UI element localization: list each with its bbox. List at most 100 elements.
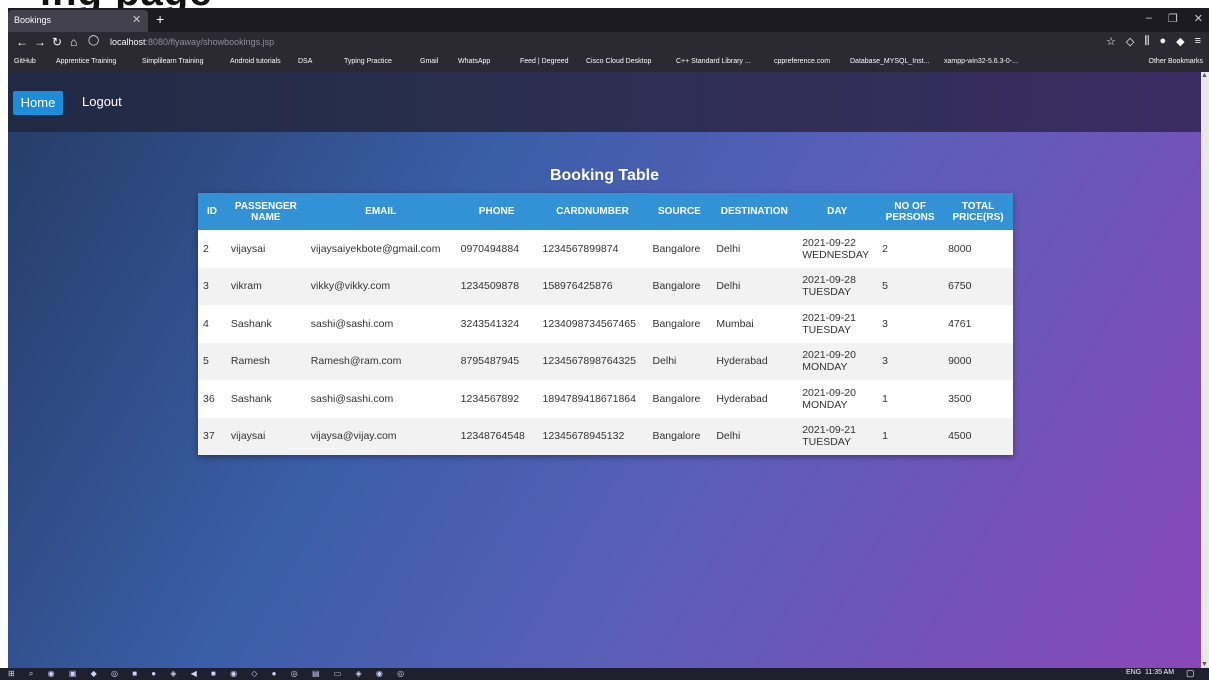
notification-icon[interactable]: ▢ — [1186, 668, 1195, 679]
table-cell: Sashank — [230, 392, 272, 405]
bookmark-item[interactable]: cppreference.com — [774, 58, 830, 65]
other-bookmarks[interactable]: Other Bookmarks — [1149, 58, 1203, 65]
scroll-up-icon[interactable]: ▲ — [1201, 72, 1208, 79]
table-cell: 158976425876 — [542, 280, 613, 293]
page-scrollbar[interactable]: ▲ ▼ — [1201, 72, 1209, 668]
maximize-icon[interactable]: ❐ — [1168, 12, 1178, 25]
table-cell: Bangalore — [652, 317, 701, 330]
bookmark-item[interactable]: Android tutorials — [230, 58, 281, 65]
table-cell: Hyderabad — [716, 392, 768, 405]
bookmark-item[interactable]: Gmail — [420, 58, 438, 65]
table-header-row: ID PASSENGER NAME EMAIL PHONE CARDNUMBER… — [198, 193, 1013, 230]
browser-tab[interactable]: Bookings ✕ — [8, 10, 148, 32]
table-cell: 2021-09-21 TUESDAY — [802, 311, 856, 336]
bookmark-item[interactable]: Database_MYSQL_Inst... — [850, 58, 929, 65]
table-cell: 4761 — [948, 317, 972, 330]
table-cell: vikky@vikky.com — [310, 280, 391, 293]
table-row: 3 vikram vikky@vikky.com 1234509878 15897642… — [198, 267, 1013, 305]
table-cell: 36 — [203, 392, 215, 405]
bookmark-item[interactable]: DSA — [298, 58, 312, 65]
table-cell: 8795487945 — [460, 355, 520, 368]
forward-icon[interactable]: → — [34, 35, 46, 49]
table-cell: 1 — [882, 430, 889, 443]
home-page-icon[interactable]: ⌂ — [70, 35, 77, 49]
table-cell: Ramesh — [230, 355, 271, 368]
table-cell: 2 — [882, 242, 889, 255]
table-cell: vijaysai — [230, 242, 266, 255]
table-cell: 1234098734567465 — [542, 317, 636, 330]
table-cell: 0970494884 — [460, 242, 520, 255]
back-icon[interactable]: ← — [16, 35, 28, 49]
bookmark-star-icon[interactable]: ☆ — [1106, 35, 1116, 48]
table-cell: 2 — [203, 242, 209, 255]
logout-link[interactable]: Logout — [82, 94, 122, 109]
shield-icon[interactable]: ◯ — [88, 35, 99, 46]
table-cell: Delhi — [716, 430, 741, 443]
table-cell: 6750 — [948, 280, 972, 293]
table-row: 5 Ramesh Ramesh@ram.com 8795487945 123456789… — [198, 342, 1013, 380]
bookmark-item[interactable]: Feed | Degreed — [520, 58, 569, 65]
column-header: SOURCE — [657, 206, 701, 217]
table-cell: 3500 — [948, 392, 972, 405]
table-cell: 2021-09-21 TUESDAY — [802, 424, 856, 449]
close-tab-icon[interactable]: ✕ — [132, 13, 141, 26]
table-cell: 5 — [882, 280, 889, 293]
language-indicator[interactable]: ENG — [1126, 669, 1141, 676]
reload-icon[interactable]: ↻ — [52, 35, 62, 49]
bookmark-item[interactable]: C++ Standard Library ... — [676, 58, 751, 65]
bookmark-item[interactable]: Simplilearn Training — [142, 58, 203, 65]
new-tab-icon[interactable]: + — [156, 11, 164, 27]
taskbar-app-icons[interactable]: ⊞ ⌕ ◉ ▣ ◆ ◎ ■ ● ◈ ◀ ■ ◉ ◇ ● ◎ ▤ ▭ ◈ ◉ ◎ — [8, 669, 410, 679]
table-cell: 1234509878 — [460, 280, 520, 293]
table-cell: 3 — [882, 317, 889, 330]
header-fragment: ing page — [0, 0, 1209, 8]
browser-toolbar: ← → ↻ ⌂ ◯ localhost:8080/flyaway/showboo… — [8, 32, 1209, 54]
menu-icon[interactable]: ≡ — [1195, 35, 1201, 48]
table-row: 36 Sashank sashi@sashi.com 1234567892 189478… — [198, 380, 1013, 418]
clock[interactable]: 11:35 AM — [1145, 669, 1174, 676]
tab-title: Bookings — [14, 15, 52, 25]
bookmark-item[interactable]: Apprentice Training — [56, 58, 116, 65]
column-header: TOTAL PRICE(RS) — [952, 200, 1004, 223]
table-cell: Bangalore — [652, 280, 701, 293]
table-cell: 4500 — [948, 430, 972, 443]
column-header: CARDNUMBER — [556, 206, 629, 217]
bookmark-item[interactable]: xampp-win32-5.6.3-0-... — [944, 58, 1018, 65]
table-cell: 2021-09-28 TUESDAY — [802, 274, 856, 299]
bookmark-item[interactable]: WhatsApp — [458, 58, 490, 65]
table-row: 37 vijaysai vijaysa@vijay.com 12348764548 12… — [198, 417, 1013, 455]
table-cell: Delhi — [716, 280, 741, 293]
table-cell: vijaysaiyekbote@gmail.com — [310, 242, 441, 255]
url-text: localhost:8080/flyaway/showbookings.jsp — [110, 37, 275, 47]
library-icon[interactable]: ⫼ — [1144, 35, 1149, 48]
column-header: EMAIL — [365, 206, 397, 217]
table-row: 4 Sashank sashi@sashi.com 3243541324 1234098… — [198, 305, 1013, 343]
column-header: PASSENGER NAME — [234, 200, 297, 223]
column-header: ID — [206, 206, 217, 217]
scroll-down-icon[interactable]: ▼ — [1201, 661, 1208, 668]
table-cell: 12348764548 — [460, 430, 525, 443]
addon-icon[interactable]: ◆ — [1176, 35, 1184, 48]
bookmark-item[interactable]: GitHub — [14, 58, 36, 65]
booking-table: ID PASSENGER NAME EMAIL PHONE CARDNUMBER… — [198, 193, 1013, 455]
table-cell: vijaysa@vijay.com — [310, 430, 397, 443]
close-window-icon[interactable]: ✕ — [1194, 12, 1203, 25]
table-cell: 1234567898764325 — [542, 355, 636, 368]
table-cell: Delhi — [716, 242, 741, 255]
table-cell: Delhi — [652, 355, 677, 368]
table-cell: 2021-09-20 MONDAY — [802, 349, 856, 374]
table-row: 2 vijaysai vijaysaiyekbote@gmail.com 097049… — [198, 230, 1013, 268]
column-header: PHONE — [478, 206, 515, 217]
windows-taskbar: ⊞ ⌕ ◉ ▣ ◆ ◎ ■ ● ◈ ◀ ■ ◉ ◇ ● ◎ ▤ ▭ ◈ ◉ ◎ … — [0, 668, 1209, 680]
pocket-icon[interactable]: ◇ — [1126, 35, 1134, 48]
column-header: DESTINATION — [720, 206, 788, 217]
browser-window: Bookings ✕ + – ❐ ✕ ← → ↻ ⌂ ◯ localhost:8… — [8, 8, 1209, 668]
url-bar[interactable]: ◯ localhost:8080/flyaway/showbookings.js… — [88, 35, 1048, 51]
extension-icon[interactable]: ● — [1159, 35, 1166, 48]
home-button[interactable]: Home — [13, 91, 63, 115]
table-cell: Sashank — [230, 317, 272, 330]
bookmark-item[interactable]: Cisco Cloud Desktop — [586, 58, 651, 65]
bookmark-item[interactable]: Typing Practice — [344, 58, 392, 65]
minimize-icon[interactable]: – — [1146, 12, 1152, 25]
table-cell: 12345678945132 — [542, 430, 625, 443]
